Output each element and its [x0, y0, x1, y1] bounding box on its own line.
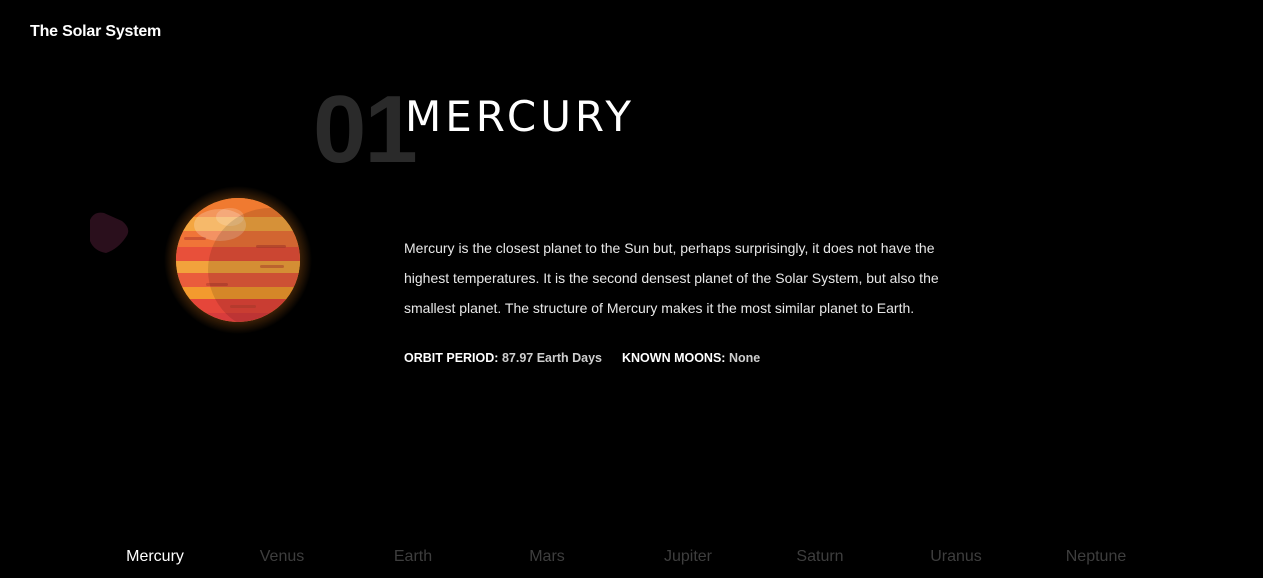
- planet-stats: ORBIT PERIOD: 87.97 Earth Days KNOWN MOO…: [404, 351, 760, 365]
- planet-description: Mercury is the closest planet to the Sun…: [404, 240, 939, 316]
- nav-item-uranus[interactable]: Uranus: [930, 548, 982, 566]
- orbit-period-stat: ORBIT PERIOD: 87.97 Earth Days: [404, 351, 602, 365]
- site-title[interactable]: The Solar System: [30, 23, 161, 41]
- nav-item-earth[interactable]: Earth: [394, 548, 432, 566]
- nav-item-venus[interactable]: Venus: [260, 548, 304, 566]
- page: The Solar System 01 MERCURY Mercury is t…: [0, 0, 1263, 578]
- nav-item-saturn[interactable]: Saturn: [796, 548, 843, 566]
- nav-item-neptune[interactable]: Neptune: [1066, 548, 1127, 566]
- orbit-period-label: ORBIT PERIOD:: [404, 351, 499, 365]
- known-moons-stat: KNOWN MOONS: None: [622, 351, 760, 365]
- planet-name: MERCURY: [405, 92, 636, 141]
- known-moons-label: KNOWN MOONS:: [622, 351, 726, 365]
- planet-nav: Mercury Venus Earth Mars Jupiter Saturn …: [0, 548, 1263, 572]
- planet-number: 01: [313, 76, 418, 183]
- nav-item-mars[interactable]: Mars: [529, 548, 565, 566]
- asteroid-icon: [90, 212, 129, 253]
- known-moons-value: None: [728, 351, 761, 365]
- nav-item-jupiter[interactable]: Jupiter: [664, 548, 712, 566]
- planet-illustration: [90, 186, 312, 334]
- nav-item-mercury[interactable]: Mercury: [126, 548, 184, 566]
- orbit-period-value: 87.97 Earth Days: [501, 351, 602, 365]
